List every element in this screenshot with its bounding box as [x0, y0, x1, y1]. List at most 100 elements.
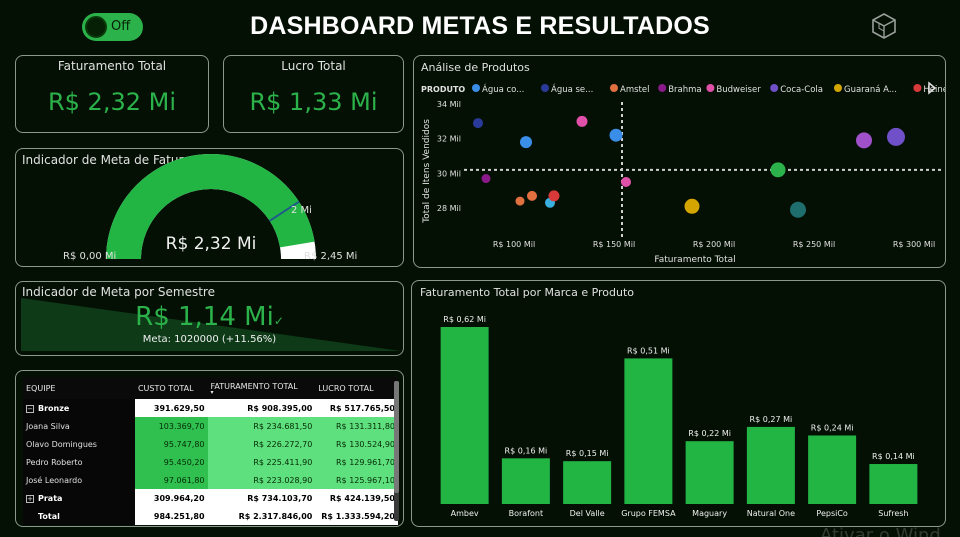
gauge-min-label: R$ 0,00 Mi: [63, 251, 116, 262]
legend-item[interactable]: Água se...: [541, 83, 593, 95]
bar-value-label: R$ 0,27 Mi: [750, 415, 793, 424]
bar[interactable]: [808, 435, 857, 504]
bar[interactable]: [869, 464, 918, 504]
cell-lucro: R$ 131.311,80: [315, 417, 398, 435]
faturamento-total-title: Faturamento Total: [57, 59, 167, 73]
legend-marker: [658, 84, 667, 92]
legend-item[interactable]: Amstel: [610, 84, 649, 95]
legend-label: Guaraná A...: [844, 85, 897, 95]
bar-value-label: R$ 0,22 Mi: [688, 429, 731, 438]
legend-item[interactable]: Brahma: [658, 84, 702, 95]
cell-custo: 103.369,70: [134, 417, 208, 435]
collapse-icon[interactable]: −: [26, 404, 34, 413]
x-tick-label: R$ 300 Mil: [893, 240, 935, 249]
cell-faturamento: R$ 226.272,70: [207, 435, 316, 453]
scatter-point[interactable]: [527, 190, 537, 201]
legend-marker: [834, 84, 842, 92]
cell-custo: 95.450,20: [134, 453, 208, 471]
bar-category-label: PepsiCo: [816, 509, 848, 518]
table-scrollbar-thumb[interactable]: [394, 381, 399, 493]
table-row[interactable]: Joana Silva 103.369,70 R$ 234.681,50 R$ …: [23, 417, 398, 435]
cell-total-label: Total: [23, 507, 135, 525]
cell-faturamento: R$ 2.317.846,00: [207, 507, 316, 525]
scatter-point[interactable]: [770, 162, 786, 178]
scatter-x-axis-label: Faturamento Total: [654, 255, 735, 265]
bar[interactable]: [501, 458, 550, 504]
semester-card: Indicador de Meta por Semestre R$ 1,14 M…: [15, 281, 404, 356]
cell-custo: 95.747,80: [134, 435, 208, 453]
faturamento-total-card: Faturamento Total R$ 2,32 Mi: [15, 55, 209, 133]
bar-category-label: Del Valle: [570, 509, 605, 518]
bar-category-label: Sufresh: [878, 509, 908, 518]
column-header-faturamento[interactable]: FATURAMENTO TOTAL ▾: [207, 377, 316, 399]
scatter-point[interactable]: [473, 118, 483, 129]
semester-title: Indicador de Meta por Semestre: [22, 285, 215, 299]
table-row[interactable]: Olavo Domingues 95.747,80 R$ 226.272,70 …: [23, 435, 398, 453]
cell-faturamento: R$ 234.681,50: [207, 417, 316, 435]
group-name: Prata: [38, 493, 63, 503]
scatter-point[interactable]: [609, 128, 623, 142]
legend-label: Brahma: [668, 85, 701, 95]
legend-item[interactable]: Coca-Cola: [770, 84, 823, 95]
column-header-lucro[interactable]: LUCRO TOTAL: [315, 377, 398, 399]
table-scrollbar[interactable]: [394, 381, 399, 521]
scatter-point[interactable]: [684, 198, 700, 214]
legend-marker: [706, 84, 715, 92]
bar[interactable]: [685, 441, 734, 504]
scatter-axes: 28 Mil 30 Mil 32 Mil 34 Mil R$ 100 Mil R$ 150…: [437, 100, 942, 249]
cell-lucro: R$ 517.765,50: [315, 399, 398, 417]
gauge-value-label: R$ 2,32 Mi: [166, 234, 257, 254]
sort-desc-icon: ▾: [210, 388, 214, 396]
bar-category-label: Natural One: [747, 509, 795, 518]
bar-chart-title: Faturamento Total por Marca e Produto: [420, 286, 634, 299]
y-tick-label: 28 Mil: [437, 204, 461, 213]
legend-item[interactable]: Água co...: [472, 83, 524, 95]
legend-item[interactable]: Budweiser: [706, 84, 761, 95]
semester-value-row: R$ 1,14 Mi✓: [16, 302, 403, 332]
column-header-equipe[interactable]: EQUIPE: [23, 377, 135, 399]
lucro-total-title: Lucro Total: [281, 59, 346, 73]
bar-category-label: Ambev: [451, 509, 479, 518]
gauge-max-label: R$ 2,45 Mi: [304, 251, 357, 262]
bar[interactable]: [624, 358, 673, 504]
group-name: Bronze: [38, 403, 70, 413]
bar[interactable]: [746, 426, 795, 504]
cell-lucro: R$ 130.524,90: [315, 435, 398, 453]
scatter-point[interactable]: [576, 115, 588, 127]
cell-lucro: R$ 1.333.594,20: [315, 507, 398, 525]
table-row[interactable]: + Prata 309.964,20 R$ 734.103,70 R$ 424.1…: [23, 489, 398, 507]
x-tick-label: R$ 150 Mil: [593, 240, 635, 249]
legend-label: Coca-Cola: [780, 85, 823, 95]
column-header-custo[interactable]: CUSTO TOTAL: [134, 377, 208, 399]
table-row[interactable]: − Bronze 391.629,50 R$ 908.395,00 R$ 517.…: [23, 399, 398, 417]
cell-faturamento: R$ 908.395,00: [207, 399, 316, 417]
scatter-point[interactable]: [520, 136, 532, 149]
scatter-points: [473, 115, 905, 218]
bar[interactable]: [563, 461, 612, 504]
cell-equipe: Pedro Roberto: [23, 453, 135, 471]
bar[interactable]: [440, 327, 489, 504]
legend-item[interactable]: Guaraná A...: [834, 84, 897, 95]
scatter-point[interactable]: [856, 132, 872, 149]
table-header-row: EQUIPE CUSTO TOTAL FATURAMENTO TOTAL ▾ LU…: [23, 377, 398, 399]
cell-lucro: R$ 125.967,10: [315, 471, 398, 489]
bar-value-label: R$ 0,16 Mi: [505, 446, 548, 455]
scatter-point[interactable]: [887, 127, 905, 146]
y-tick-label: 30 Mil: [437, 169, 461, 178]
bar-category-label: Maguary: [692, 509, 727, 518]
scatter-point[interactable]: [515, 196, 525, 206]
scatter-point[interactable]: [548, 190, 560, 202]
scatter-point[interactable]: [481, 174, 491, 184]
team-table: EQUIPE CUSTO TOTAL FATURAMENTO TOTAL ▾ LU…: [23, 377, 398, 525]
legend-label: Água co...: [482, 83, 524, 95]
table-row[interactable]: José Leonardo 97.061,80 R$ 223.028,90 R$…: [23, 471, 398, 489]
table-row[interactable]: Pedro Roberto 95.450,20 R$ 225.411,90 R$…: [23, 453, 398, 471]
y-tick-label: 32 Mil: [437, 135, 461, 144]
bar-category-label: Borafont: [509, 509, 544, 518]
scatter-point[interactable]: [790, 201, 806, 218]
bar-card: Faturamento Total por Marca e Produto R$…: [411, 280, 946, 527]
scatter-point[interactable]: [621, 177, 631, 187]
legend-title: PRODUTO: [421, 85, 465, 94]
bar-category-label: Grupo FEMSA: [621, 509, 676, 518]
expand-icon[interactable]: +: [26, 494, 34, 503]
